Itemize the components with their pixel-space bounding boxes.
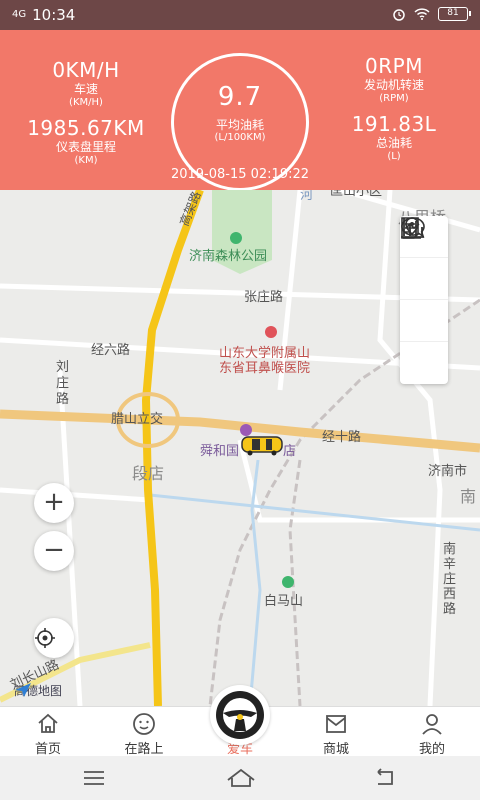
zoom-out-button[interactable]: − [34, 531, 74, 571]
map-label-baimashan: 白马山 [264, 594, 304, 609]
hospital-marker-icon [265, 326, 277, 338]
map-label-shunhe: 舜和国 [200, 444, 240, 459]
back-icon[interactable] [374, 766, 398, 790]
vehicle-dashboard: 0KM/H 车速 (KM/H) 1985.67KM 仪表盘里程 (KM) 9.7… [0, 30, 480, 191]
tab-home-label: 首页 [34, 742, 61, 757]
tab-home[interactable]: 首页 [0, 707, 96, 757]
locate-button[interactable] [34, 618, 74, 658]
map-tools-panel [400, 216, 448, 384]
map-label-jingliu: 经六路 [91, 343, 131, 358]
system-nav-bar [0, 756, 480, 800]
wifi-icon [414, 8, 430, 20]
location-pin-icon [403, 217, 421, 239]
zoom-in-button[interactable]: + [34, 483, 74, 523]
steering-wheel-icon [216, 691, 264, 739]
map-label-hospital-line2: 东省耳鼻喉医院 [219, 361, 311, 376]
tab-on-road[interactable]: 在路上 [96, 707, 192, 757]
tab-on-road-label: 在路上 [124, 742, 164, 757]
total-fuel-label: 总油耗 [375, 136, 412, 150]
odometer-metric: 1985.67KM 仪表盘里程 (KM) [6, 116, 166, 167]
alarm-icon [393, 9, 405, 21]
trend-button[interactable] [400, 217, 448, 300]
avg-fuel-value: 9.7 [217, 82, 263, 112]
person-icon [422, 714, 442, 735]
map-label-duandian: 段店 [132, 464, 165, 483]
map-label-jinan: 济南市 [428, 464, 468, 479]
crosshair-icon [35, 628, 55, 648]
total-fuel-value: 191.83L [351, 112, 437, 136]
map-label-zhangzhuang: 张庄路 [244, 290, 284, 305]
report-button[interactable] [400, 217, 448, 342]
car-location-icon [241, 436, 283, 456]
map-label-top-cut: 匡山小区 [330, 190, 383, 199]
clock-time: 10:34 [32, 6, 76, 24]
map-label-lashan: 腊山立交 [111, 412, 164, 427]
odometer-unit: (KM) [74, 155, 98, 166]
map-label-nan: 南 [460, 487, 477, 506]
map-label-forest-park: 济南森林公园 [189, 249, 268, 264]
total-fuel-unit: (L) [387, 151, 401, 162]
map-label-liuzhuang: 刘 庄 路 [56, 360, 70, 407]
avg-fuel-unit: (L/100KM) [214, 132, 266, 143]
rpm-value: 0RPM [365, 54, 423, 78]
menu-icon[interactable] [82, 766, 106, 790]
tab-profile[interactable]: 我的 [384, 707, 480, 757]
speed-metric: 0KM/H 车速 (KM/H) [6, 58, 166, 109]
speed-unit: (KM/H) [69, 97, 103, 108]
map-label-nanxin: 南 辛 庄 西 路 [443, 542, 457, 617]
tab-profile-label: 我的 [418, 742, 445, 757]
odometer-label: 仪表盘里程 [55, 140, 116, 154]
odometer-value: 1985.67KM [27, 116, 145, 140]
my-car-center-button[interactable] [210, 685, 270, 745]
battery-indicator: 81 [438, 7, 471, 21]
amap-logo-icon [15, 683, 31, 697]
map-view[interactable]: 济南森林公园 张庄路 经六路 刘 庄 路 山东大学附属山 东省耳鼻喉医院 腊山立… [0, 190, 480, 706]
signal-indicator: 4G [12, 9, 27, 20]
map-label-he: 河 [300, 190, 314, 203]
mountain-marker-icon [282, 576, 294, 588]
status-bar: 4G 10:34 81 [0, 0, 480, 30]
home-icon [38, 713, 58, 733]
update-timestamp: 2019-08-15 02:19:22 [170, 167, 310, 182]
speed-value: 0KM/H [52, 58, 120, 82]
speed-label: 车速 [73, 82, 98, 96]
mall-icon [326, 715, 346, 733]
rpm-unit: (RPM) [379, 93, 409, 104]
rpm-label: 发动机转速 [363, 78, 424, 92]
tab-mall[interactable]: 商城 [288, 707, 384, 757]
amap-logo: 高德地图 [14, 682, 62, 699]
rpm-metric: 0RPM 发动机转速 (RPM) [314, 54, 474, 105]
face-icon [133, 713, 155, 735]
map-label-jingshi: 经十路 [322, 430, 362, 445]
tab-mall-label: 商城 [322, 742, 349, 757]
total-fuel-metric: 191.83L 总油耗 (L) [314, 112, 474, 163]
park-marker-icon [230, 232, 242, 244]
avg-fuel-label: 平均油耗 [215, 118, 264, 132]
location-track-button[interactable] [400, 217, 448, 384]
home-nav-icon[interactable] [226, 766, 256, 790]
